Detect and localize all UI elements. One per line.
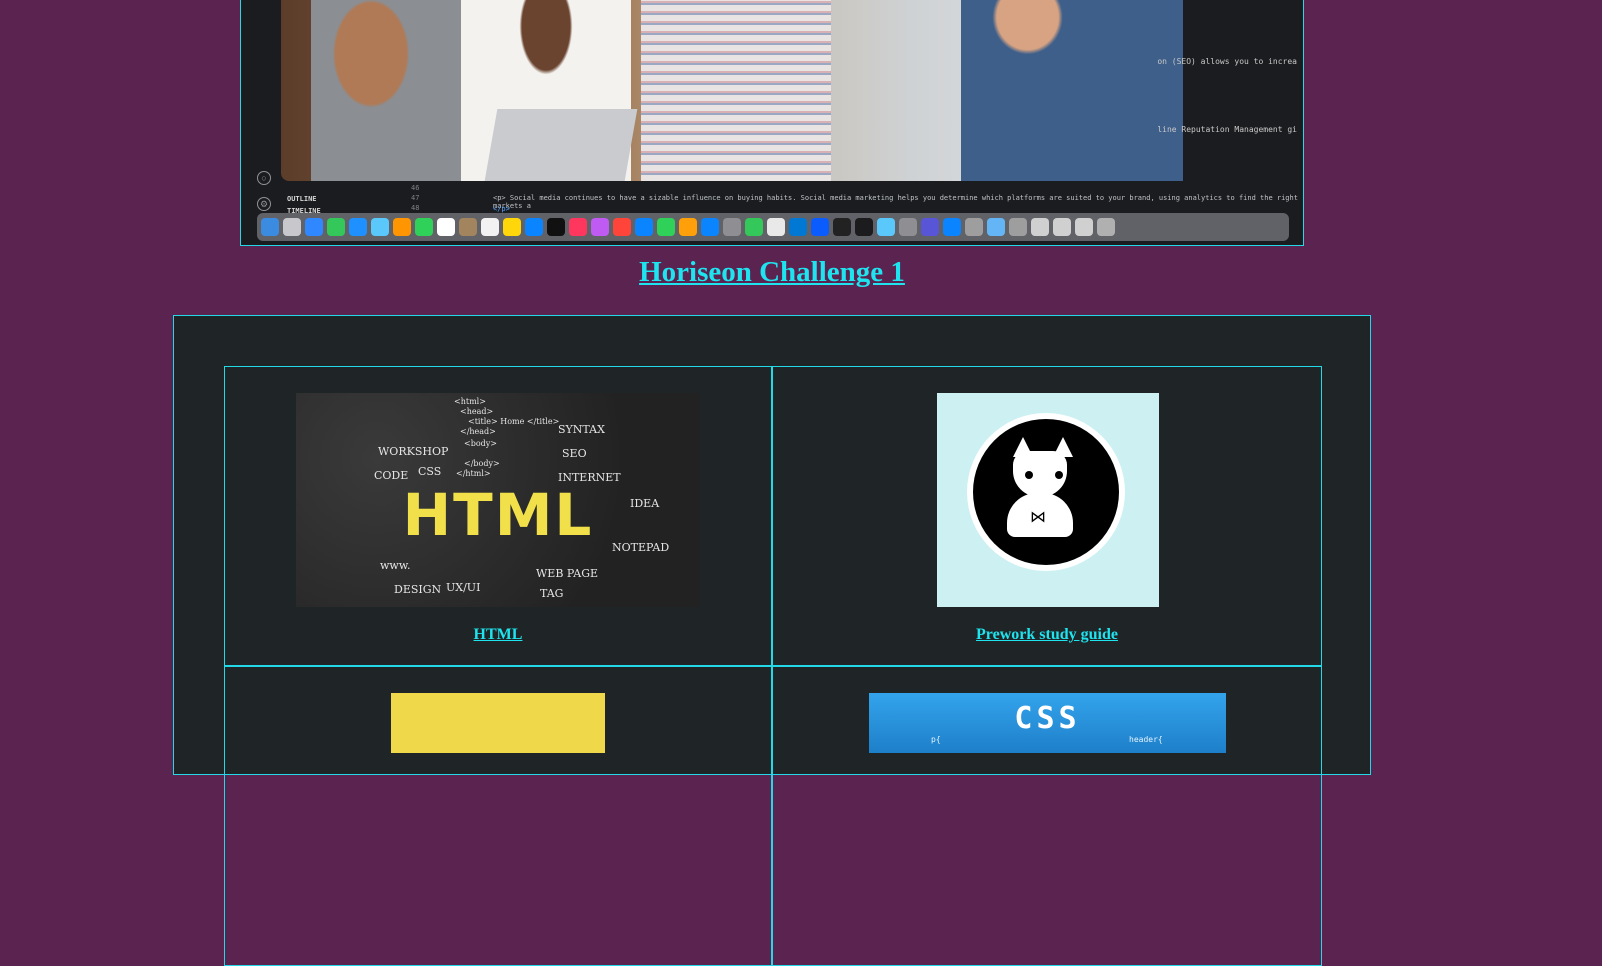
xcode-icon [877,218,895,236]
project-card-3 [224,666,772,966]
photo-person [641,0,831,181]
editor-side-text: on (SEO) allows you to increa [1157,57,1297,66]
editor-side-text: line Reputation Management gi [1157,125,1297,134]
quicktime-icon [833,218,851,236]
doodle-text: <head> [460,407,494,416]
project-card-css: CSS p{ header{ [772,666,1322,966]
mail-icon [349,218,367,236]
cat-eye [1025,471,1033,479]
cat-eye [1055,471,1063,479]
css-code-snippet: header{ [1129,735,1163,744]
doodle-text: CSS [418,465,442,478]
outline-label: OUTLINE [287,195,317,203]
doodle-text: SEO [562,447,587,460]
help-icon [965,218,983,236]
photos-icon [393,218,411,236]
code-editor-strip: OUTLINE TIMELINE 46 47 48 <p> Social med… [241,181,1303,215]
maps-icon [371,218,389,236]
javascript-thumbnail[interactable] [391,693,605,753]
doodle-text: UX/UI [446,581,481,594]
doodle-text: SYNTAX [558,423,605,436]
doodle-text: <html> [454,397,486,406]
doodle-text: TAG [540,587,564,600]
news-icon [613,218,631,236]
contacts-icon [459,218,477,236]
line-number: 47 [411,194,420,202]
photo-laptop [484,109,638,181]
facetime-icon [415,218,433,236]
mac-dock [257,213,1289,241]
cat-logo-thumbnail[interactable]: ⋈ [937,393,1159,607]
folder-icon [987,218,1005,236]
discord-icon [921,218,939,236]
photo-person [311,0,461,181]
window-thumbnail-icon [1075,218,1093,236]
help-icon [1009,218,1027,236]
calendar-icon [437,218,455,236]
team-meeting-photo [281,0,1183,181]
doodle-text: WORKSHOP [378,445,449,458]
project-card-html: WORKSHOP CODE CSS <html> <head> <title> … [224,366,772,666]
html-thumbnail[interactable]: WORKSHOP CODE CSS <html> <head> <title> … [296,393,700,607]
keynote-icon [635,218,653,236]
projects-grid: WORKSHOP CODE CSS <html> <head> <title> … [224,366,1322,966]
chrome-icon [745,218,763,236]
reminders-icon [481,218,499,236]
doodle-text: WEB PAGE [536,567,599,580]
code-line: </p> [493,205,510,213]
prework-study-guide-link[interactable]: Prework study guide [773,626,1321,644]
project-card-prework: ⋈ Prework study guide [772,366,1322,666]
notes-icon [503,218,521,236]
html-thumb-title: HTML [402,481,594,549]
messages-icon [327,218,345,236]
doodle-text: </html> [456,469,491,478]
line-number: 46 [411,184,420,192]
preview-icon [899,218,917,236]
projects-panel: WORKSHOP CODE CSS <html> <head> <title> … [173,315,1371,966]
window-thumbnail-icon [1031,218,1049,236]
slack-icon [767,218,785,236]
doodle-text: <title> Home </title> [468,417,560,426]
css-thumb-title: CSS [1014,701,1081,736]
freeform-icon [525,218,543,236]
doodle-text: </body> [464,459,500,468]
doodle-text: www. [380,559,411,572]
page-title-link[interactable]: Horiseon Challenge 1 [0,256,1544,289]
finder-icon [261,218,279,236]
trash-icon [1097,218,1115,236]
app-store-icon [701,218,719,236]
css-thumbnail[interactable]: CSS p{ header{ [869,693,1226,753]
podcasts-icon [591,218,609,236]
bowtie-icon: ⋈ [1030,507,1046,526]
tv-icon [547,218,565,236]
pages-icon [679,218,697,236]
doodle-text: <body> [464,439,497,448]
doodle-text: DESIGN [394,583,442,596]
doodle-text: </head> [460,427,496,436]
launchpad-icon [283,218,301,236]
window-thumbnail-icon [1053,218,1071,236]
css-code-snippet: p{ [931,735,941,744]
music-icon [569,218,587,236]
hero-screenshot: on (SEO) allows you to increa line Reput… [240,0,1304,246]
terminal-icon [855,218,873,236]
settings-icon [723,218,741,236]
html-link[interactable]: HTML [225,626,771,644]
vscode-icon [789,218,807,236]
code-line: <p> Social media continues to have a siz… [493,194,1298,210]
safari-icon [305,218,323,236]
line-number: 48 [411,204,420,212]
photo-person [961,0,1183,181]
zoom-icon [811,218,829,236]
numbers-icon [657,218,675,236]
compass-icon [943,218,961,236]
